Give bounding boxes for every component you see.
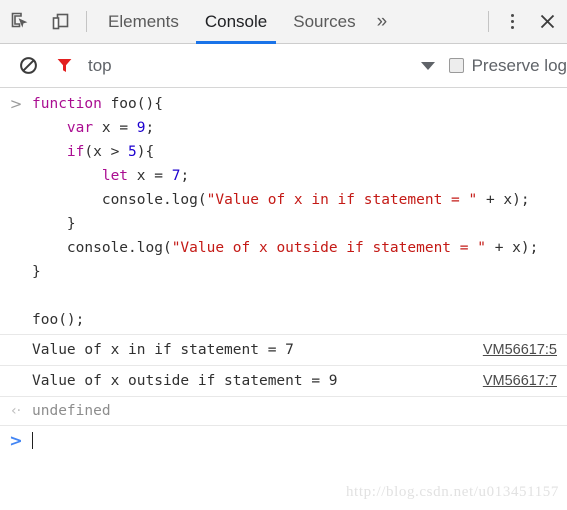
tab-console[interactable]: Console — [192, 0, 280, 44]
console-prompt-row[interactable]: > — [0, 425, 567, 455]
code-token: } — [32, 216, 76, 232]
code-token: ; — [180, 168, 190, 184]
code-token: function — [32, 96, 102, 112]
kebab-dot — [510, 14, 514, 17]
tab-elements-label: Elements — [108, 11, 179, 31]
code-token: ; — [145, 120, 155, 136]
devtools-window: Elements Console Sources » top Preserve … — [0, 0, 567, 510]
execution-context-selector[interactable]: top — [82, 56, 421, 76]
code-token: let — [101, 168, 129, 184]
preserve-log-label: Preserve log — [471, 55, 567, 75]
result-arrow-icon: ‹· — [10, 403, 22, 419]
tabbar-actions — [482, 0, 567, 43]
inspect-element-icon[interactable] — [0, 0, 40, 43]
code-token: ){ — [136, 144, 155, 160]
tab-console-label: Console — [204, 11, 268, 31]
chevron-down-icon[interactable] — [420, 61, 435, 70]
tab-elements[interactable]: Elements — [95, 0, 192, 43]
console-prompt-icon: > — [9, 430, 23, 450]
preserve-log-option[interactable]: Preserve log — [448, 55, 567, 76]
console-log-source-link[interactable]: VM56617:5 — [483, 338, 567, 362]
more-tabs-icon[interactable]: » — [369, 0, 398, 43]
console-filter-toolbar: top Preserve log — [0, 44, 567, 88]
clear-console-icon[interactable] — [10, 56, 46, 75]
code-token: } — [32, 264, 41, 280]
echoed-source-code: function foo(){ var x = 9; if(x > 5){ le… — [32, 92, 567, 332]
execution-context-label: top — [88, 55, 112, 75]
console-log-source-link[interactable]: VM56617:7 — [483, 369, 567, 393]
code-token: 9 — [136, 120, 146, 136]
console-log-row: Value of x outside if statement = 9 VM56… — [0, 365, 567, 396]
code-token: x = — [93, 120, 137, 136]
code-token: var — [66, 120, 94, 136]
console-log-row: Value of x in if statement = 7 VM56617:5 — [0, 334, 567, 365]
console-log-text: Value of x in if statement = 7 — [32, 342, 294, 358]
kebab-dot — [510, 20, 514, 23]
panel-tabs: Elements Console Sources » — [95, 0, 482, 44]
tab-sources-label: Sources — [293, 11, 356, 31]
devtools-tabbar: Elements Console Sources » — [0, 0, 567, 44]
console-result-value: undefined — [32, 403, 111, 419]
tab-sources[interactable]: Sources — [280, 0, 368, 43]
input-prompt-icon: > — [9, 95, 23, 113]
code-token: console.log( — [32, 192, 207, 208]
kebab-dot — [510, 26, 514, 29]
watermark-text: http://blog.csdn.net/u013451157 — [345, 484, 559, 500]
console-log-text: Value of x outside if statement = 9 — [32, 373, 338, 389]
code-token: "Value of x outside if statement = " — [171, 240, 486, 256]
console-input-echo: > function foo(){ var x = 9; if(x > 5){ … — [0, 88, 567, 334]
close-icon[interactable] — [527, 0, 567, 43]
code-token: if — [66, 144, 85, 160]
more-tabs-label: » — [376, 10, 388, 32]
more-options-icon[interactable] — [497, 0, 527, 43]
code-token: + x); — [477, 192, 530, 208]
toolbar-divider — [86, 11, 87, 32]
code-token: "Value of x in if statement = " — [206, 192, 478, 208]
filter-funnel-icon[interactable] — [46, 56, 82, 75]
device-toolbar-icon[interactable] — [40, 0, 80, 43]
code-token: console.log( — [32, 240, 172, 256]
code-token: foo(){ — [101, 96, 163, 112]
code-token: 5 — [128, 144, 137, 160]
preserve-log-checkbox[interactable] — [448, 58, 464, 73]
console-text-caret — [32, 432, 33, 449]
code-token: + x); — [485, 240, 539, 256]
code-token: x = — [128, 168, 172, 184]
code-token: (x > — [84, 144, 129, 160]
console-message-list[interactable]: > function foo(){ var x = 9; if(x > 5){ … — [0, 88, 567, 510]
console-result-row: ‹· undefined — [0, 396, 567, 425]
code-token: foo(); — [32, 312, 85, 328]
actions-divider — [488, 11, 489, 32]
